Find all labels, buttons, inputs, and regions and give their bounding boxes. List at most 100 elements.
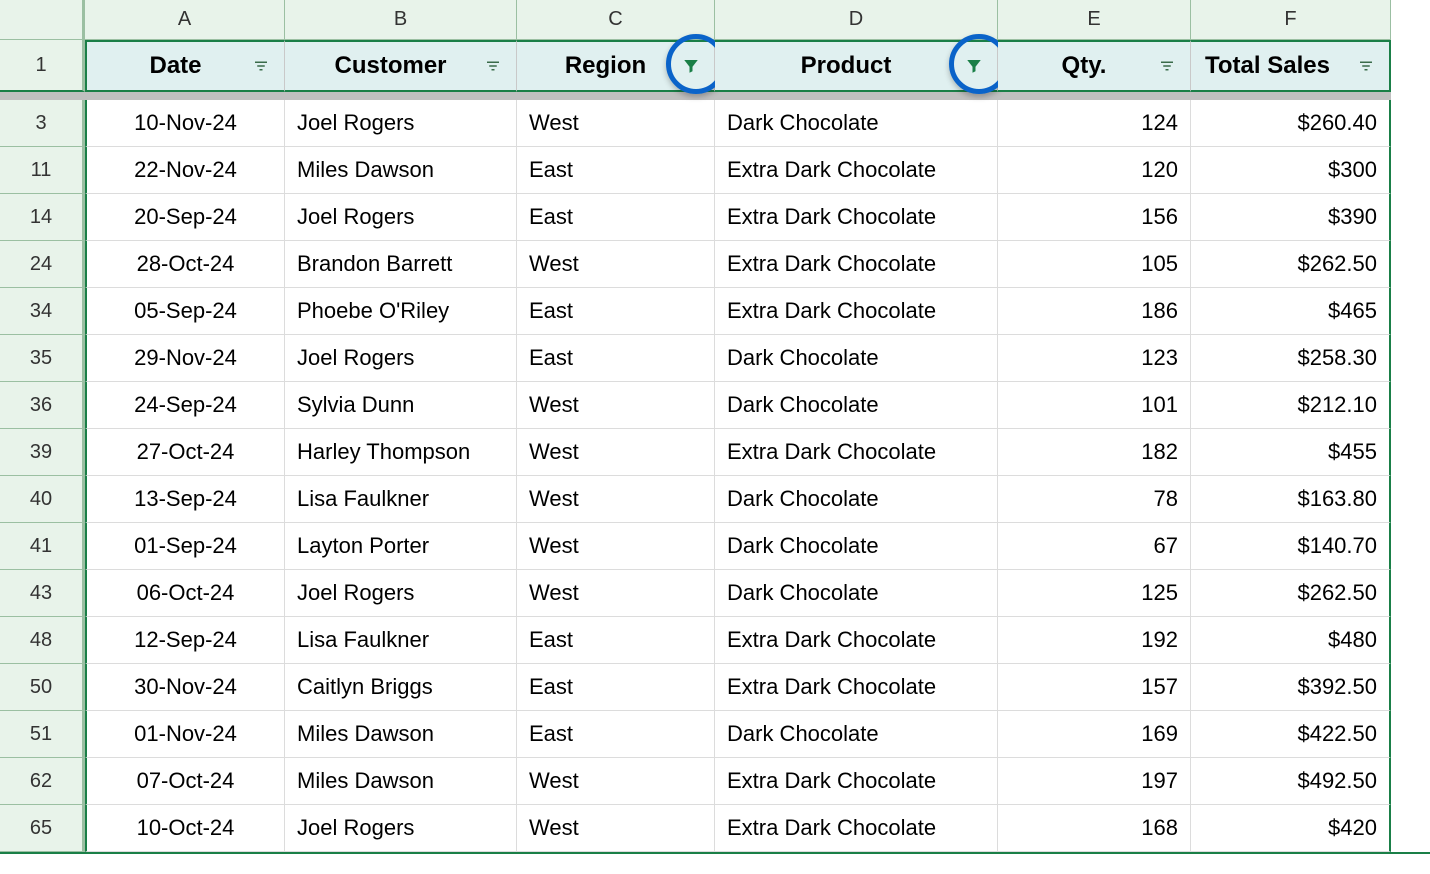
cell-product[interactable]: Extra Dark Chocolate [715, 758, 998, 805]
row-header[interactable]: 14 [0, 194, 85, 241]
cell-region[interactable]: West [517, 758, 715, 805]
cell-region[interactable]: West [517, 100, 715, 147]
filter-active-icon[interactable] [963, 55, 985, 77]
cell-date[interactable]: 24-Sep-24 [85, 382, 285, 429]
row-header[interactable]: 39 [0, 429, 85, 476]
table-header-customer[interactable]: Customer [285, 40, 517, 92]
cell-region[interactable]: East [517, 711, 715, 758]
cell-customer[interactable]: Miles Dawson [285, 758, 517, 805]
table-header-total[interactable]: Total Sales [1191, 40, 1391, 92]
cell-qty[interactable]: 105 [998, 241, 1191, 288]
cell-customer[interactable]: Joel Rogers [285, 100, 517, 147]
cell-region[interactable]: East [517, 335, 715, 382]
cell-total[interactable]: $420 [1191, 805, 1391, 852]
cell-qty[interactable]: 124 [998, 100, 1191, 147]
cell-total[interactable]: $390 [1191, 194, 1391, 241]
cell-customer[interactable]: Joel Rogers [285, 805, 517, 852]
cell-date[interactable]: 22-Nov-24 [85, 147, 285, 194]
cell-region[interactable]: East [517, 288, 715, 335]
cell-region[interactable]: East [517, 147, 715, 194]
cell-region[interactable]: West [517, 805, 715, 852]
cell-product[interactable]: Extra Dark Chocolate [715, 241, 998, 288]
cell-customer[interactable]: Joel Rogers [285, 570, 517, 617]
cell-total[interactable]: $163.80 [1191, 476, 1391, 523]
cell-total[interactable]: $392.50 [1191, 664, 1391, 711]
cell-qty[interactable]: 168 [998, 805, 1191, 852]
column-header-E[interactable]: E [998, 0, 1191, 40]
cell-region[interactable]: East [517, 664, 715, 711]
cell-qty[interactable]: 78 [998, 476, 1191, 523]
cell-product[interactable]: Extra Dark Chocolate [715, 617, 998, 664]
row-header[interactable]: 48 [0, 617, 85, 664]
cell-total[interactable]: $258.30 [1191, 335, 1391, 382]
cell-customer[interactable]: Miles Dawson [285, 711, 517, 758]
column-header-C[interactable]: C [517, 0, 715, 40]
cell-product[interactable]: Dark Chocolate [715, 100, 998, 147]
row-header[interactable]: 3 [0, 100, 85, 147]
cell-customer[interactable]: Lisa Faulkner [285, 476, 517, 523]
cell-product[interactable]: Dark Chocolate [715, 570, 998, 617]
cell-total[interactable]: $260.40 [1191, 100, 1391, 147]
cell-total[interactable]: $422.50 [1191, 711, 1391, 758]
filter-icon[interactable] [1156, 55, 1178, 77]
row-header[interactable]: 11 [0, 147, 85, 194]
cell-customer[interactable]: Harley Thompson [285, 429, 517, 476]
table-header-region[interactable]: Region [517, 40, 715, 92]
cell-qty[interactable]: 169 [998, 711, 1191, 758]
cell-product[interactable]: Extra Dark Chocolate [715, 664, 998, 711]
row-header[interactable]: 35 [0, 335, 85, 382]
row-header[interactable]: 34 [0, 288, 85, 335]
cell-total[interactable]: $262.50 [1191, 570, 1391, 617]
row-header[interactable]: 40 [0, 476, 85, 523]
cell-qty[interactable]: 186 [998, 288, 1191, 335]
cell-date[interactable]: 05-Sep-24 [85, 288, 285, 335]
cell-product[interactable]: Extra Dark Chocolate [715, 147, 998, 194]
cell-product[interactable]: Dark Chocolate [715, 382, 998, 429]
cell-product[interactable]: Extra Dark Chocolate [715, 429, 998, 476]
table-header-date[interactable]: Date [85, 40, 285, 92]
cell-product[interactable]: Dark Chocolate [715, 476, 998, 523]
cell-date[interactable]: 28-Oct-24 [85, 241, 285, 288]
cell-qty[interactable]: 157 [998, 664, 1191, 711]
cell-date[interactable]: 10-Oct-24 [85, 805, 285, 852]
cell-total[interactable]: $212.10 [1191, 382, 1391, 429]
column-header-A[interactable]: A [85, 0, 285, 40]
cell-date[interactable]: 06-Oct-24 [85, 570, 285, 617]
column-header-D[interactable]: D [715, 0, 998, 40]
cell-customer[interactable]: Caitlyn Briggs [285, 664, 517, 711]
select-all-corner[interactable] [0, 0, 85, 40]
cell-region[interactable]: West [517, 523, 715, 570]
cell-customer[interactable]: Lisa Faulkner [285, 617, 517, 664]
cell-region[interactable]: West [517, 570, 715, 617]
cell-qty[interactable]: 192 [998, 617, 1191, 664]
cell-date[interactable]: 10-Nov-24 [85, 100, 285, 147]
cell-date[interactable]: 01-Nov-24 [85, 711, 285, 758]
row-header[interactable]: 43 [0, 570, 85, 617]
filter-icon[interactable] [250, 55, 272, 77]
cell-date[interactable]: 27-Oct-24 [85, 429, 285, 476]
column-header-B[interactable]: B [285, 0, 517, 40]
cell-customer[interactable]: Layton Porter [285, 523, 517, 570]
filter-icon[interactable] [482, 55, 504, 77]
cell-region[interactable]: West [517, 429, 715, 476]
cell-qty[interactable]: 182 [998, 429, 1191, 476]
cell-product[interactable]: Extra Dark Chocolate [715, 805, 998, 852]
cell-total[interactable]: $300 [1191, 147, 1391, 194]
cell-date[interactable]: 29-Nov-24 [85, 335, 285, 382]
cell-product[interactable]: Extra Dark Chocolate [715, 194, 998, 241]
cell-region[interactable]: East [517, 194, 715, 241]
cell-customer[interactable]: Joel Rogers [285, 335, 517, 382]
row-header[interactable]: 65 [0, 805, 85, 852]
cell-qty[interactable]: 123 [998, 335, 1191, 382]
column-header-F[interactable]: F [1191, 0, 1391, 40]
cell-date[interactable]: 01-Sep-24 [85, 523, 285, 570]
cell-product[interactable]: Dark Chocolate [715, 523, 998, 570]
table-header-qty[interactable]: Qty. [998, 40, 1191, 92]
cell-region[interactable]: East [517, 617, 715, 664]
row-header[interactable]: 41 [0, 523, 85, 570]
row-header-1[interactable]: 1 [0, 40, 85, 92]
cell-product[interactable]: Dark Chocolate [715, 335, 998, 382]
row-header[interactable]: 50 [0, 664, 85, 711]
cell-qty[interactable]: 120 [998, 147, 1191, 194]
table-header-product[interactable]: Product [715, 40, 998, 92]
